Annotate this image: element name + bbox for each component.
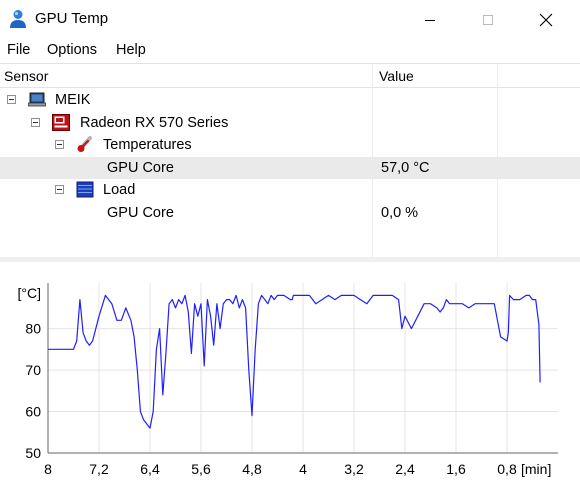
temperature-plot: 8 7,2 6,4 5,6 4,8 4 3,2 2,4 1,6 0,8 [min] 50 60 70 80 [… [0,262,580,487]
sensor-value: 57,0 °C [381,160,430,176]
tree-row-temperatures[interactable]: Temperatures [0,134,580,156]
tree-row-gpu-core-temp[interactable]: GPU Core 57,0 °C [0,157,580,179]
y-tick-label: 60 [25,404,41,420]
tree-row-computer[interactable]: MEIK [0,89,580,111]
x-tick-label: 3,2 [344,461,364,477]
x-tick-label: 4,8 [242,461,262,477]
y-tick-label: 50 [25,445,41,461]
x-axis-unit-label: [min] [521,461,551,477]
sensor-name: GPU Core [107,160,174,176]
collapse-toggle[interactable] [55,140,64,149]
menu-bar: File Options Help [0,39,580,63]
collapse-toggle[interactable] [55,185,64,194]
sensor-name: Radeon RX 570 Series [80,115,229,131]
person-icon [10,10,26,28]
sensor-name: Temperatures [103,137,192,153]
sensor-name: MEIK [55,92,91,108]
table-header: Sensor Value [0,63,580,88]
x-tick-label: 2,4 [395,461,415,477]
x-tick-label: 6,4 [140,461,160,477]
close-button[interactable] [523,0,569,39]
collapse-toggle[interactable] [31,118,40,127]
collapse-toggle[interactable] [7,95,16,104]
thermometer-icon [77,136,92,152]
minimize-icon [425,19,435,21]
sensor-table: Sensor Value MEIK Radeon RX 570 Series T… [0,63,580,257]
column-header-value[interactable]: Value [379,68,414,84]
x-tick-label: 5,6 [191,461,211,477]
maximize-icon [483,14,493,25]
y-tick-label: 70 [25,362,41,378]
computer-icon [28,92,46,107]
window-title: GPU Temp [35,10,109,27]
x-tick-label: 8 [44,461,52,477]
x-tick-label: 0,8 [497,461,517,477]
maximize-button[interactable] [465,0,511,39]
x-tick-label: 4 [299,461,307,477]
load-bars-icon [76,181,94,198]
ati-gpu-icon [52,114,70,131]
x-tick-label: 7,2 [89,461,109,477]
tree-row-gpu-core-load[interactable]: GPU Core 0,0 % [0,202,580,224]
plot-canvas: 8 7,2 6,4 5,6 4,8 4 3,2 2,4 1,6 0,8 [min] 50 60 70 80 [… [18,283,558,477]
sensor-name: Load [103,182,136,198]
y-axis-label: [°C] [18,285,42,301]
minimize-button[interactable] [407,0,453,39]
temperature-series-line [48,294,541,429]
title-bar: GPU Temp [0,0,580,39]
menu-help[interactable]: Help [116,42,146,58]
menu-file[interactable]: File [7,42,30,58]
tree-row-load[interactable]: Load [0,179,580,201]
tree-row-gpu[interactable]: Radeon RX 570 Series [0,112,580,134]
y-tick-label: 80 [25,321,41,337]
close-icon [539,13,553,26]
sensor-name: GPU Core [107,205,174,221]
menu-options[interactable]: Options [47,42,97,58]
sensor-value: 0,0 % [381,205,419,221]
column-header-sensor[interactable]: Sensor [4,68,48,84]
x-tick-label: 1,6 [446,461,466,477]
